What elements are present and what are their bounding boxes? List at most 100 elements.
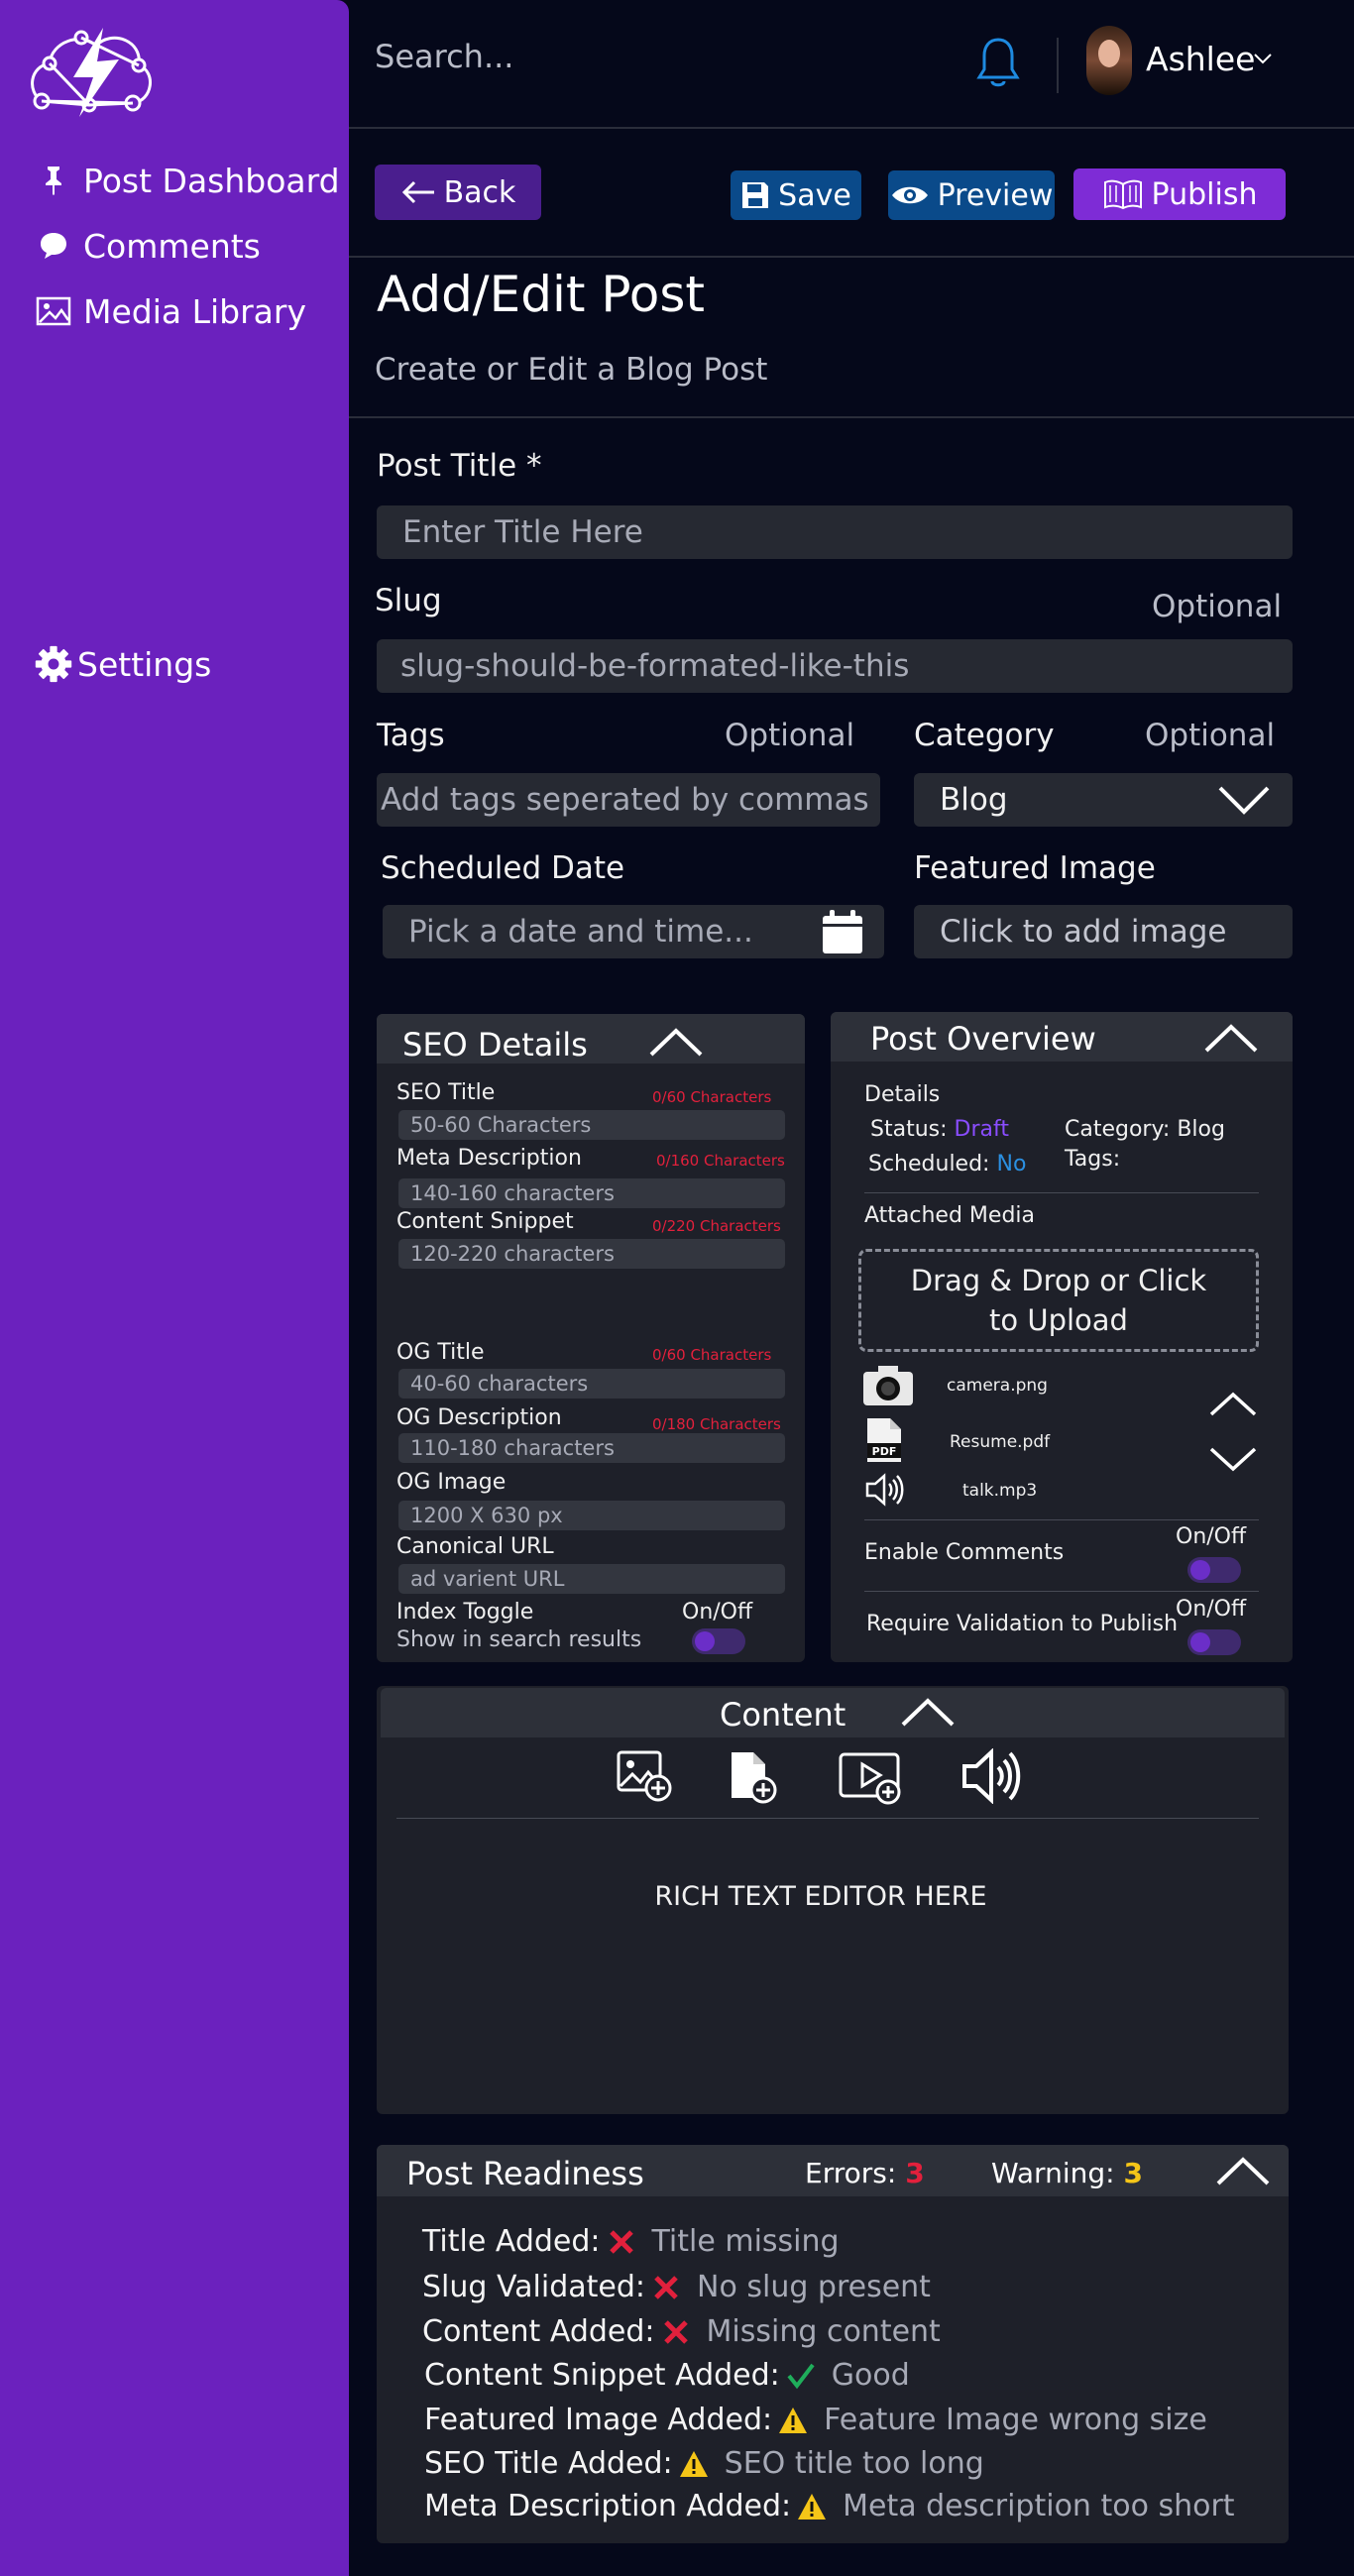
- sidebar-item-comments[interactable]: Comments: [34, 226, 261, 266]
- floppy-icon: [742, 182, 769, 208]
- post-overview-header[interactable]: Post Overview: [831, 1012, 1293, 1062]
- slug-optional-label: Optional: [1152, 589, 1283, 624]
- enable-comments-state: On/Off: [1176, 1524, 1247, 1549]
- divider: [396, 1818, 1259, 1819]
- chevron-down-icon[interactable]: [1253, 52, 1273, 65]
- overview-category-value: Blog: [1177, 1117, 1225, 1142]
- readiness-item: Meta Description Added: Meta description…: [424, 2489, 1235, 2523]
- canonical-url-input[interactable]: ad varient URL: [398, 1564, 785, 1594]
- scheduled-date-input[interactable]: Pick a date and time...: [383, 905, 884, 958]
- add-audio-icon[interactable]: [961, 1748, 1023, 1804]
- index-toggle-sub: Show in search results: [396, 1627, 642, 1652]
- page-subtitle: Create or Edit a Blog Post: [375, 352, 768, 388]
- publish-button[interactable]: Publish: [1073, 168, 1286, 220]
- add-document-icon[interactable]: [730, 1750, 777, 1804]
- upload-dropzone[interactable]: Drag & Drop or Click to Upload: [858, 1249, 1259, 1352]
- warning-label: Warning:: [991, 2157, 1115, 2189]
- sidebar-item-post-dashboard[interactable]: Post Dashboard: [34, 161, 340, 200]
- divider: [864, 1192, 1259, 1193]
- save-button[interactable]: Save: [731, 170, 861, 220]
- featured-image-label: Featured Image: [914, 850, 1156, 886]
- index-toggle-state: On/Off: [682, 1600, 753, 1624]
- readiness-key: Featured Image Added:: [424, 2403, 773, 2437]
- errors-count: 3: [905, 2157, 925, 2189]
- add-image-icon[interactable]: [617, 1750, 672, 1802]
- readiness-item: SEO Title Added: SEO title too long: [424, 2446, 984, 2481]
- x-icon: [605, 2225, 638, 2259]
- sidebar-item-settings[interactable]: Settings: [34, 644, 211, 684]
- pdf-icon: PDF: [867, 1418, 901, 1462]
- seo-details-header[interactable]: SEO Details: [377, 1014, 805, 1064]
- errors-summary: Errors: 3: [805, 2157, 925, 2189]
- readiness-msg: Feature Image wrong size: [824, 2403, 1207, 2437]
- og-image-input[interactable]: 1200 X 630 px: [398, 1501, 785, 1530]
- avatar[interactable]: [1086, 26, 1132, 95]
- username[interactable]: Ashlee: [1146, 40, 1255, 78]
- speaker-icon: [865, 1473, 904, 1507]
- chevron-up-icon[interactable]: [1215, 2157, 1271, 2186]
- back-button[interactable]: Back: [375, 165, 541, 220]
- search-input[interactable]: Search...: [375, 38, 513, 75]
- readiness-msg: Meta description too short: [843, 2489, 1235, 2523]
- scheduled-row: Scheduled: No: [868, 1152, 1026, 1176]
- category-select[interactable]: Blog: [914, 773, 1293, 827]
- meta-description-count: 0/160 Characters: [656, 1152, 785, 1170]
- calendar-icon[interactable]: [823, 910, 862, 953]
- post-title-input[interactable]: Enter Title Here: [377, 505, 1293, 559]
- preview-label: Preview: [937, 177, 1054, 213]
- chevron-up-icon[interactable]: [900, 1698, 956, 1728]
- content-snippet-input[interactable]: 120-220 characters: [398, 1239, 785, 1269]
- publish-label: Publish: [1151, 176, 1258, 212]
- logo-icon[interactable]: [22, 22, 161, 121]
- og-description-input[interactable]: 110-180 characters: [398, 1433, 785, 1463]
- file-name[interactable]: camera.png: [947, 1376, 1048, 1396]
- content-snippet-label: Content Snippet: [396, 1209, 574, 1234]
- file-name[interactable]: Resume.pdf: [950, 1432, 1050, 1452]
- category-select-value: Blog: [940, 782, 1008, 818]
- seo-title-count: 0/60 Characters: [652, 1088, 772, 1106]
- readiness-msg: Title missing: [651, 2224, 840, 2259]
- meta-description-input[interactable]: 140-160 characters: [398, 1178, 785, 1208]
- slug-input[interactable]: slug-should-be-formated-like-this: [377, 639, 1293, 693]
- warning-icon: [776, 2404, 810, 2437]
- sidebar-item-label: Comments: [83, 226, 261, 266]
- preview-button[interactable]: Preview: [888, 170, 1055, 220]
- chevron-up-icon[interactable]: [1208, 1392, 1258, 1417]
- category-optional-label: Optional: [1145, 718, 1276, 753]
- seo-title-label: SEO Title: [396, 1080, 496, 1105]
- gear-icon: [34, 644, 73, 684]
- page-title: Add/Edit Post: [377, 266, 705, 323]
- require-validation-state: On/Off: [1176, 1597, 1247, 1622]
- x-icon: [659, 2315, 693, 2349]
- og-description-count: 0/180 Characters: [652, 1415, 781, 1433]
- post-readiness-header[interactable]: Post Readiness Errors: 3 Warning: 3: [377, 2145, 1289, 2196]
- category-row: Category: Blog: [1065, 1117, 1225, 1142]
- bell-icon[interactable]: [975, 36, 1021, 91]
- errors-label: Errors:: [805, 2157, 897, 2189]
- check-icon: [784, 2359, 818, 2393]
- readiness-item: Title Added: Title missing: [422, 2224, 840, 2259]
- file-name[interactable]: talk.mp3: [962, 1481, 1037, 1501]
- scheduled-date-placeholder: Pick a date and time...: [408, 914, 753, 950]
- index-toggle-switch[interactable]: [692, 1628, 745, 1654]
- content-header[interactable]: Content: [381, 1688, 1285, 1737]
- tags-input[interactable]: Add tags seperated by commas: [377, 773, 880, 827]
- chevron-up-icon[interactable]: [648, 1028, 704, 1058]
- featured-image-input[interactable]: Click to add image: [914, 905, 1293, 958]
- image-icon: [34, 291, 73, 331]
- dropzone-line-1: Drag & Drop or Click: [910, 1264, 1207, 1297]
- require-validation-toggle[interactable]: [1187, 1629, 1241, 1655]
- seo-title-input[interactable]: 50-60 Characters: [398, 1110, 785, 1140]
- readiness-key: Meta Description Added:: [424, 2489, 792, 2523]
- seo-details-title: SEO Details: [402, 1026, 588, 1064]
- sidebar-item-media-library[interactable]: Media Library: [34, 291, 306, 331]
- og-title-input[interactable]: 40-60 characters: [398, 1369, 785, 1399]
- post-overview-title: Post Overview: [870, 1020, 1096, 1058]
- enable-comments-toggle[interactable]: [1187, 1557, 1241, 1583]
- add-video-icon[interactable]: [839, 1752, 904, 1806]
- chevron-down-icon[interactable]: [1208, 1446, 1258, 1472]
- readiness-msg: Good: [831, 2358, 910, 2393]
- post-readiness-title: Post Readiness: [406, 2155, 644, 2192]
- rich-text-editor[interactable]: RICH TEXT EDITOR HERE: [396, 1820, 1259, 2107]
- chevron-up-icon[interactable]: [1203, 1024, 1259, 1054]
